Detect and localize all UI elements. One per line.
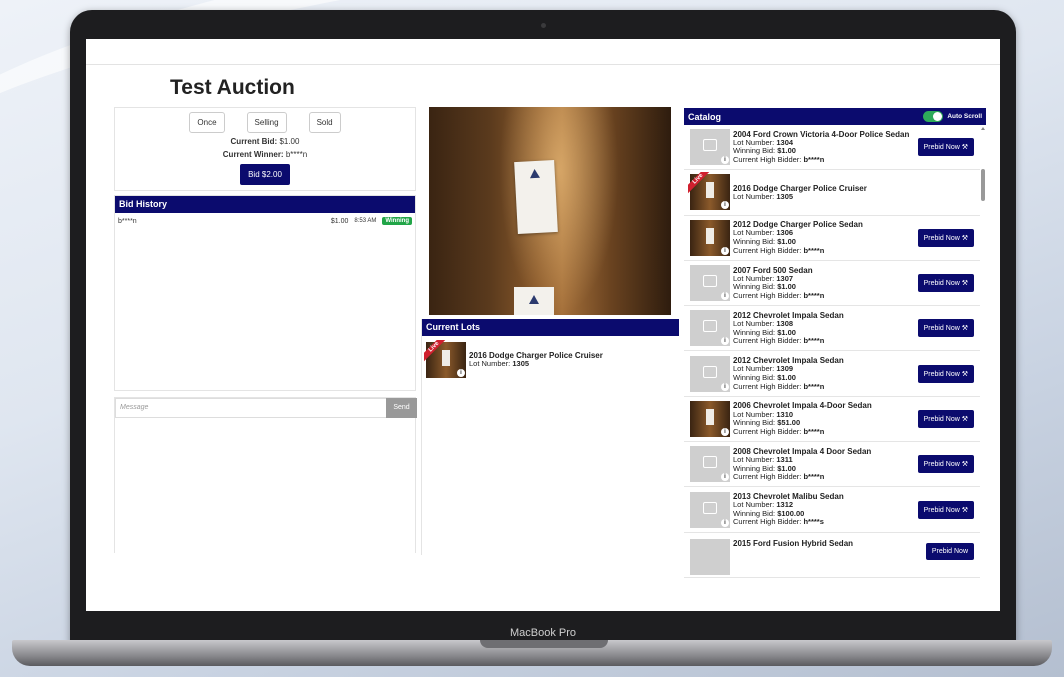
bid-history-title: Bid History: [115, 196, 415, 213]
lot-thumbnail: Live i: [424, 340, 466, 378]
current-lot-item[interactable]: Live i 2016 Dodge Charger Police Cruiser…: [422, 336, 679, 384]
info-icon[interactable]: i: [721, 337, 729, 346]
lot-photo: [429, 107, 671, 315]
auto-scroll-toggle[interactable]: [923, 111, 944, 122]
bid-history-panel: Bid History b****n $1.00 8:53 AM Winning: [114, 195, 416, 391]
camera-dot: [541, 23, 546, 28]
catalog-list: i 2004 Ford Crown Victoria 4-Door Police…: [684, 125, 980, 611]
business-card-image: [514, 287, 554, 315]
info-icon[interactable]: i: [721, 473, 729, 482]
catalog-item[interactable]: Live i 2016 Dodge Charger Police Cruiser…: [684, 170, 980, 216]
current-bid: Current Bid: $1.00: [230, 137, 300, 146]
scroll-up-icon[interactable]: [981, 127, 985, 130]
info-icon[interactable]: i: [721, 382, 729, 391]
catalog-item[interactable]: i 2008 Chevrolet Impala 4 Door Sedan Lot…: [684, 442, 980, 488]
page-title: Test Auction: [170, 76, 295, 99]
live-ribbon: Live: [688, 172, 710, 195]
catalog-item[interactable]: i 2006 Chevrolet Impala 4-Door Sedan Lot…: [684, 397, 980, 443]
info-icon[interactable]: i: [721, 518, 729, 527]
lot-thumbnail: Live i: [688, 172, 730, 211]
laptop-screen: Test Auction Once Selling Sold Current B…: [86, 39, 1000, 611]
lot-thumbnail: i: [690, 400, 730, 437]
device-label: MacBook Pro: [509, 627, 577, 639]
gavel-icon: ⚒: [961, 280, 968, 288]
status-buttons: Once Selling Sold: [115, 112, 415, 133]
history-bidder: b****n: [118, 217, 137, 225]
current-lots-panel: Current Lots Live i 2016 Dodge Charger P…: [421, 319, 679, 555]
scroll-thumb[interactable]: [981, 169, 985, 201]
info-icon[interactable]: i: [721, 427, 729, 436]
auto-scroll-label: Auto Scroll: [947, 113, 982, 120]
image-placeholder-icon: [703, 501, 717, 514]
selling-button[interactable]: Selling: [246, 112, 287, 133]
catalog-panel: Catalog Auto Scroll i 2004 Ford Crown Vi…: [684, 108, 986, 611]
image-placeholder-icon: [703, 365, 717, 378]
current-winner: Current Winner: b****n: [222, 150, 308, 159]
lot-thumbnail: i: [690, 129, 730, 166]
catalog-item[interactable]: i 2007 Ford 500 Sedan Lot Number: 1307 W…: [684, 261, 980, 307]
prebid-button[interactable]: Prebid Now ⚒: [917, 274, 974, 293]
bid-button[interactable]: Bid $2.00: [240, 164, 290, 185]
lot-thumbnail: i: [690, 491, 730, 528]
current-lots-title: Current Lots: [422, 319, 679, 336]
info-icon[interactable]: i: [721, 246, 729, 255]
lot-thumbnail: i: [690, 310, 730, 347]
image-placeholder-icon: [703, 139, 717, 152]
info-icon[interactable]: i: [721, 292, 729, 301]
gavel-icon: ⚒: [961, 144, 968, 152]
catalog-item[interactable]: i 2004 Ford Crown Victoria 4-Door Police…: [684, 125, 980, 171]
send-button[interactable]: Send: [386, 398, 417, 418]
gavel-icon: ⚒: [961, 461, 968, 469]
prebid-button[interactable]: Prebid Now ⚒: [917, 228, 974, 247]
history-row: b****n $1.00 8:53 AM Winning: [115, 213, 415, 229]
image-placeholder-icon: [703, 320, 717, 333]
prebid-button[interactable]: Prebid Now ⚒: [917, 138, 974, 157]
prebid-button[interactable]: Prebid Now ⚒: [917, 319, 974, 338]
catalog-header: Catalog Auto Scroll: [684, 108, 986, 125]
info-icon[interactable]: i: [721, 156, 729, 165]
catalog-item[interactable]: i 2013 Chevrolet Malibu Sedan Lot Number…: [684, 487, 980, 533]
history-time: 8:53 AM: [354, 218, 377, 224]
laptop-lid: Test Auction Once Selling Sold Current B…: [70, 10, 1016, 646]
sold-button[interactable]: Sold: [308, 112, 341, 133]
gavel-icon: ⚒: [961, 506, 968, 514]
lot-thumbnail: i: [690, 219, 730, 256]
gavel-icon: ⚒: [961, 415, 968, 423]
history-amount: $1.00: [330, 217, 349, 225]
laptop-base: [12, 640, 1052, 666]
lot-thumbnail: i: [690, 265, 730, 302]
top-nav-bar: [86, 39, 1000, 65]
laptop-notch: [480, 640, 608, 648]
catalog-item[interactable]: i 2012 Chevrolet Impala Sedan Lot Number…: [684, 306, 980, 352]
catalog-title: Catalog: [688, 111, 722, 122]
message-input[interactable]: Message: [115, 398, 387, 418]
lot-thumbnail: [690, 538, 730, 575]
catalog-item[interactable]: 2015 Ford Fusion Hybrid Sedan Prebid Now: [684, 533, 980, 578]
lot-thumbnail: i: [690, 355, 730, 392]
prebid-button[interactable]: Prebid Now ⚒: [917, 409, 974, 428]
catalog-item[interactable]: i 2012 Dodge Charger Police Sedan Lot Nu…: [684, 216, 980, 261]
gavel-icon: ⚒: [961, 370, 968, 378]
lot-thumbnail: i: [690, 446, 730, 483]
live-ribbon: Live: [424, 340, 446, 362]
prebid-button[interactable]: Prebid Now ⚒: [917, 455, 974, 474]
gavel-icon: ⚒: [961, 234, 968, 242]
info-icon[interactable]: i: [457, 369, 465, 377]
info-icon[interactable]: i: [721, 201, 729, 210]
winning-badge: Winning: [382, 217, 412, 225]
gavel-icon: ⚒: [961, 325, 968, 333]
catalog-item[interactable]: i 2012 Chevrolet Impala Sedan Lot Number…: [684, 351, 980, 397]
chat-panel: Message Send: [114, 397, 417, 553]
prebid-button[interactable]: Prebid Now ⚒: [917, 500, 974, 519]
prebid-button[interactable]: Prebid Now: [925, 542, 974, 560]
business-card-image: [514, 160, 558, 234]
image-placeholder-icon: [703, 275, 717, 288]
image-placeholder-icon: [703, 456, 717, 469]
bid-panel: Once Selling Sold Current Bid: $1.00 Cur…: [114, 107, 416, 191]
once-button[interactable]: Once: [189, 112, 225, 133]
catalog-scrollbar[interactable]: [980, 125, 986, 611]
prebid-button[interactable]: Prebid Now ⚒: [917, 364, 974, 383]
